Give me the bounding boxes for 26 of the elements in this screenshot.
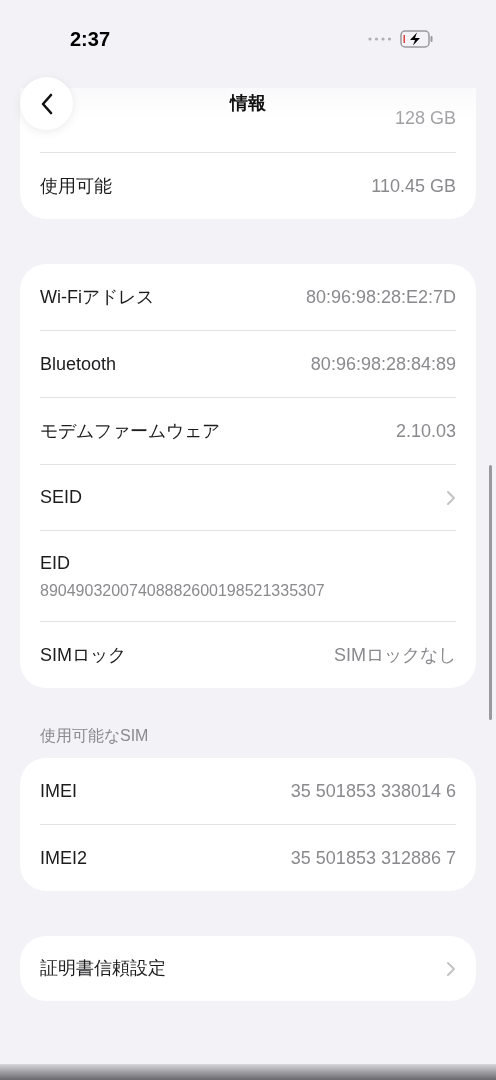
row-value: 128 GB: [394, 107, 456, 130]
row-label: IMEI: [40, 779, 77, 803]
row-label: Bluetooth: [40, 352, 117, 376]
row-value: 80:96:98:28:E2:7D: [305, 285, 456, 309]
row-value: SIMロックなし: [334, 643, 456, 667]
row-label: IMEI2: [40, 846, 87, 870]
signal-icon: [368, 37, 392, 41]
row-value: 89049032007408882600198521335307: [40, 580, 326, 601]
row-value: 35 501853 312886 7: [290, 846, 456, 870]
chevron-icon: [446, 960, 456, 977]
row-label: SIMロック: [40, 643, 126, 667]
nav-title: 情報: [230, 92, 266, 115]
list-item[interactable]: SEID: [20, 465, 476, 530]
row-label: EID: [40, 551, 71, 575]
back-icon: [39, 92, 54, 115]
row-label: モデムファームウェア: [40, 419, 220, 443]
row-value: 35 501853 338014 6: [290, 779, 456, 803]
row-label: Wi-Fiアドレス: [40, 285, 154, 309]
list-item[interactable]: 証明書信頼設定: [20, 936, 476, 1001]
chevron-icon: [446, 489, 456, 506]
row-value: 2.10.03: [395, 419, 456, 443]
row-value: 110.45 GB: [371, 174, 456, 198]
row-value: 80:96:98:28:84:89: [310, 352, 456, 376]
row-label: 使用可能: [40, 174, 112, 198]
section-header: 使用可能なSIM: [40, 727, 149, 744]
status-time: 2:37: [70, 27, 111, 52]
